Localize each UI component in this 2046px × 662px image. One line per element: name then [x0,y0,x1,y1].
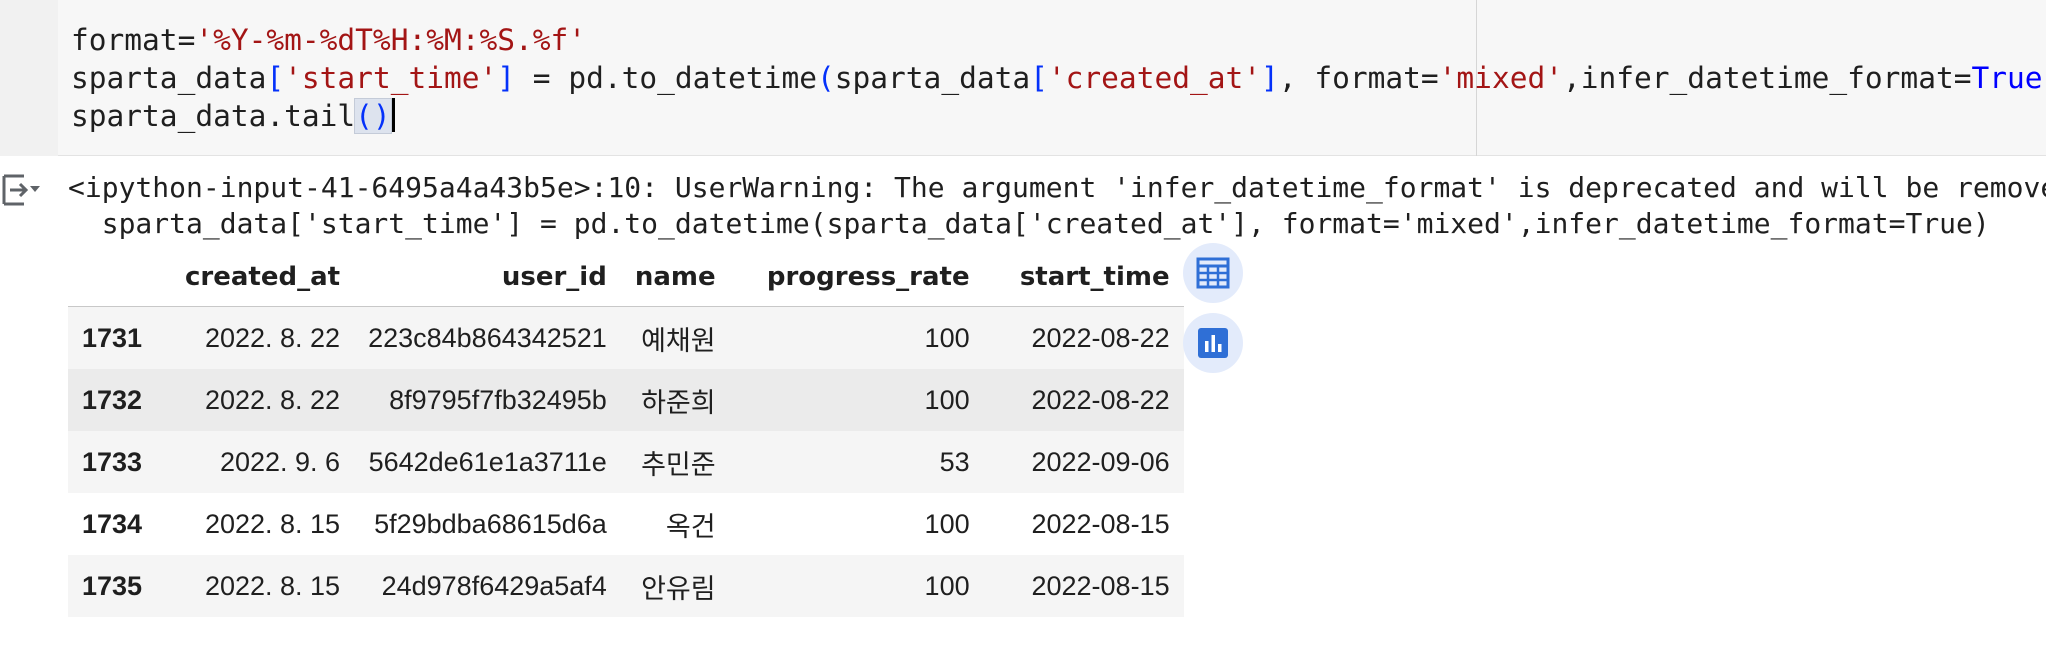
cell-name: 옥건 [620,493,730,555]
cell-created-at: 2022. 9. 6 [156,431,355,493]
row-index: 1735 [68,555,157,617]
table-row: 1735 2022. 8. 15 24d978f6429a5af4 안유림 10… [68,555,1184,617]
row-index: 1731 [68,306,157,369]
column-header-index [68,248,157,307]
cell-start-time: 2022-08-15 [983,555,1184,617]
cell-user-id: 5f29bdba68615d6a [354,493,621,555]
table-icon [1196,257,1230,289]
cell-created-at: 2022. 8. 15 [156,493,355,555]
table-row: 1733 2022. 9. 6 5642de61e1a3711e 추민준 53 … [68,431,1184,493]
warning-line-1: <ipython-input-41-6495a4a43b5e>:10: User… [68,171,2046,204]
bar-chart-icon [1198,328,1228,358]
cell-progress-rate: 100 [729,555,984,617]
cell-progress-rate: 100 [729,306,984,369]
cell-created-at: 2022. 8. 22 [156,306,355,369]
cell-name: 안유림 [620,555,730,617]
cell-gutter [0,0,58,156]
cell-progress-rate: 100 [729,493,984,555]
row-index: 1734 [68,493,157,555]
cell-created-at: 2022. 8. 22 [156,369,355,431]
cell-user-id: 8f9795f7fb32495b [354,369,621,431]
table-row: 1731 2022. 8. 22 223c84b864342521 예채원 10… [68,306,1184,369]
output-toggle-button[interactable] [0,172,44,208]
cell-start-time: 2022-09-06 [983,431,1184,493]
dataframe-table: created_at user_id name progress_rate st… [68,248,1184,617]
convert-to-interactive-table-button[interactable] [1183,243,1243,303]
code-editor[interactable]: format='%Y-%m-%dT%H:%M:%S.%f' sparta_dat… [58,0,2046,156]
output-toggle-icon [2,174,40,206]
cell-name: 하준희 [620,369,730,431]
cell-user-id: 223c84b864342521 [354,306,621,369]
table-row: 1732 2022. 8. 22 8f9795f7fb32495b 하준희 10… [68,369,1184,431]
cell-created-at: 2022. 8. 15 [156,555,355,617]
code-line-2: sparta_data['start_time'] = pd.to_dateti… [71,61,2046,95]
text-cursor [391,98,395,132]
row-index: 1733 [68,431,157,493]
table-row: 1734 2022. 8. 15 5f29bdba68615d6a 옥건 100… [68,493,1184,555]
cell-user-id: 24d978f6429a5af4 [354,555,621,617]
cell-start-time: 2022-08-22 [983,306,1184,369]
cell-progress-rate: 53 [729,431,984,493]
column-header-progress-rate: progress_rate [729,248,984,307]
table-header-row: created_at user_id name progress_rate st… [68,248,1184,307]
warning-line-2: sparta_data['start_time'] = pd.to_dateti… [68,207,1990,240]
column-header-user-id: user_id [354,248,621,307]
cell-start-time: 2022-08-15 [983,493,1184,555]
column-header-name: name [620,248,730,307]
cell-name: 예채원 [620,306,730,369]
suggest-charts-button[interactable] [1183,313,1243,373]
row-index: 1732 [68,369,157,431]
cell-name: 추민준 [620,431,730,493]
code-line-3: sparta_data.tail() [71,97,395,135]
cell-start-time: 2022-08-22 [983,369,1184,431]
cell-progress-rate: 100 [729,369,984,431]
column-header-start-time: start_time [983,248,1184,307]
code-line-1: format='%Y-%m-%dT%H:%M:%S.%f' [71,23,587,57]
column-header-created-at: created_at [156,248,355,307]
cell-user-id: 5642de61e1a3711e [354,431,621,493]
